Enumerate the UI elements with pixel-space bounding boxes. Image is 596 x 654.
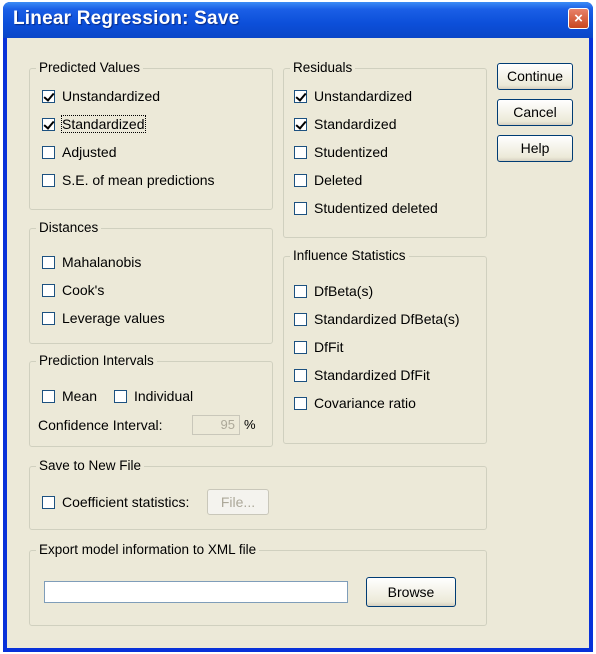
checkbox-unchecked-icon[interactable] (42, 495, 55, 509)
prediction-intervals-legend: Prediction Intervals (36, 353, 157, 368)
res-deleted-label: Deleted (314, 172, 363, 188)
coefficient-statistics-label: Coefficient statistics: (62, 494, 190, 510)
confidence-interval-label: Confidence Interval: (38, 417, 163, 433)
res-studentized-checkbox[interactable]: Studentized (294, 144, 388, 160)
checkbox-unchecked-icon[interactable] (42, 283, 55, 297)
save-new-file-legend: Save to New File (36, 458, 145, 473)
pi-individual-label: Individual (134, 388, 194, 404)
cancel-button[interactable]: Cancel (497, 99, 573, 126)
coefficient-statistics-checkbox[interactable]: Coefficient statistics: (42, 494, 189, 510)
pred-unstandardized-checkbox[interactable]: Unstandardized (42, 88, 160, 104)
checkbox-unchecked-icon[interactable] (294, 145, 307, 159)
res-unstandardized-checkbox[interactable]: Unstandardized (294, 88, 412, 104)
pred-unstandardized-label: Unstandardized (62, 88, 161, 104)
checkbox-unchecked-icon[interactable] (42, 311, 55, 325)
inf-covariance-label: Covariance ratio (314, 395, 416, 411)
close-icon[interactable]: × (568, 8, 589, 29)
checkbox-checked-icon[interactable] (42, 117, 55, 131)
res-studentized-deleted-label: Studentized deleted (314, 200, 438, 216)
checkbox-unchecked-icon[interactable] (294, 173, 307, 187)
dist-cooks-checkbox[interactable]: Cook's (42, 282, 104, 298)
inf-dfbeta-checkbox[interactable]: DfBeta(s) (294, 283, 373, 299)
pred-se-mean-label: S.E. of mean predictions (62, 172, 215, 188)
res-deleted-checkbox[interactable]: Deleted (294, 172, 362, 188)
pred-adjusted-checkbox[interactable]: Adjusted (42, 144, 116, 160)
inf-dffit-checkbox[interactable]: DfFit (294, 339, 344, 355)
inf-std-dffit-checkbox[interactable]: Standardized DfFit (294, 367, 430, 383)
confidence-interval-input[interactable]: 95 (192, 415, 240, 435)
checkbox-unchecked-icon[interactable] (294, 312, 307, 326)
inf-dfbeta-label: DfBeta(s) (314, 283, 374, 299)
checkbox-unchecked-icon[interactable] (294, 340, 307, 354)
dialog-window: Linear Regression: Save × Predicted Valu… (3, 2, 593, 652)
distances-legend: Distances (36, 220, 102, 235)
pred-se-mean-checkbox[interactable]: S.E. of mean predictions (42, 172, 215, 188)
res-unstandardized-label: Unstandardized (314, 88, 413, 104)
influence-statistics-legend: Influence Statistics (290, 248, 409, 263)
checkbox-unchecked-icon[interactable] (294, 368, 307, 382)
residuals-group: Residuals Unstandardized Standardized St… (283, 60, 487, 238)
predicted-values-group: Predicted Values Unstandardized Standard… (29, 60, 273, 210)
distances-group: Distances Mahalanobis Cook's Leverage va… (29, 220, 273, 344)
inf-std-dfbeta-checkbox[interactable]: Standardized DfBeta(s) (294, 311, 460, 327)
checkbox-unchecked-icon[interactable] (42, 173, 55, 187)
save-new-file-group: Save to New File Coefficient statistics:… (29, 458, 487, 530)
checkbox-unchecked-icon[interactable] (294, 396, 307, 410)
file-button[interactable]: File... (207, 489, 269, 515)
residuals-legend: Residuals (290, 60, 356, 75)
dialog-body: Predicted Values Unstandardized Standard… (7, 38, 589, 648)
pred-standardized-checkbox[interactable]: Standardized (42, 115, 146, 133)
pred-adjusted-label: Adjusted (62, 144, 117, 160)
pi-mean-checkbox[interactable]: Mean (42, 388, 97, 404)
checkbox-checked-icon[interactable] (294, 89, 307, 103)
checkbox-unchecked-icon[interactable] (294, 284, 307, 298)
checkbox-unchecked-icon[interactable] (294, 201, 307, 215)
checkbox-unchecked-icon[interactable] (42, 389, 55, 403)
res-standardized-checkbox[interactable]: Standardized (294, 116, 397, 132)
inf-std-dfbeta-label: Standardized DfBeta(s) (314, 311, 460, 327)
pred-standardized-label: Standardized (61, 115, 146, 133)
title-bar[interactable]: Linear Regression: Save × (3, 2, 593, 38)
xml-path-input[interactable] (44, 581, 348, 603)
browse-button[interactable]: Browse (366, 577, 456, 607)
window-title: Linear Regression: Save (13, 8, 240, 29)
checkbox-unchecked-icon[interactable] (114, 389, 127, 403)
export-xml-group: Export model information to XML file Bro… (29, 542, 487, 626)
res-standardized-label: Standardized (314, 116, 397, 132)
checkbox-unchecked-icon[interactable] (42, 145, 55, 159)
res-studentized-deleted-checkbox[interactable]: Studentized deleted (294, 200, 438, 216)
dist-leverage-label: Leverage values (62, 310, 165, 326)
export-xml-legend: Export model information to XML file (36, 542, 260, 557)
checkbox-checked-icon[interactable] (42, 89, 55, 103)
inf-covariance-checkbox[interactable]: Covariance ratio (294, 395, 416, 411)
predicted-values-legend: Predicted Values (36, 60, 144, 75)
help-button[interactable]: Help (497, 135, 573, 162)
pi-individual-checkbox[interactable]: Individual (114, 388, 193, 404)
continue-button[interactable]: Continue (497, 63, 573, 90)
percent-unit-label: % (244, 417, 256, 432)
checkbox-checked-icon[interactable] (294, 117, 307, 131)
inf-dffit-label: DfFit (314, 339, 344, 355)
dist-mahalanobis-label: Mahalanobis (62, 254, 142, 270)
dist-leverage-checkbox[interactable]: Leverage values (42, 310, 165, 326)
pi-mean-label: Mean (62, 388, 98, 404)
dist-cooks-label: Cook's (62, 282, 105, 298)
inf-std-dffit-label: Standardized DfFit (314, 367, 430, 383)
checkbox-unchecked-icon[interactable] (42, 255, 55, 269)
res-studentized-label: Studentized (314, 144, 388, 160)
dist-mahalanobis-checkbox[interactable]: Mahalanobis (42, 254, 141, 270)
influence-statistics-group: Influence Statistics DfBeta(s) Standardi… (283, 248, 487, 444)
prediction-intervals-group: Prediction Intervals Mean Individual Con… (29, 353, 273, 447)
